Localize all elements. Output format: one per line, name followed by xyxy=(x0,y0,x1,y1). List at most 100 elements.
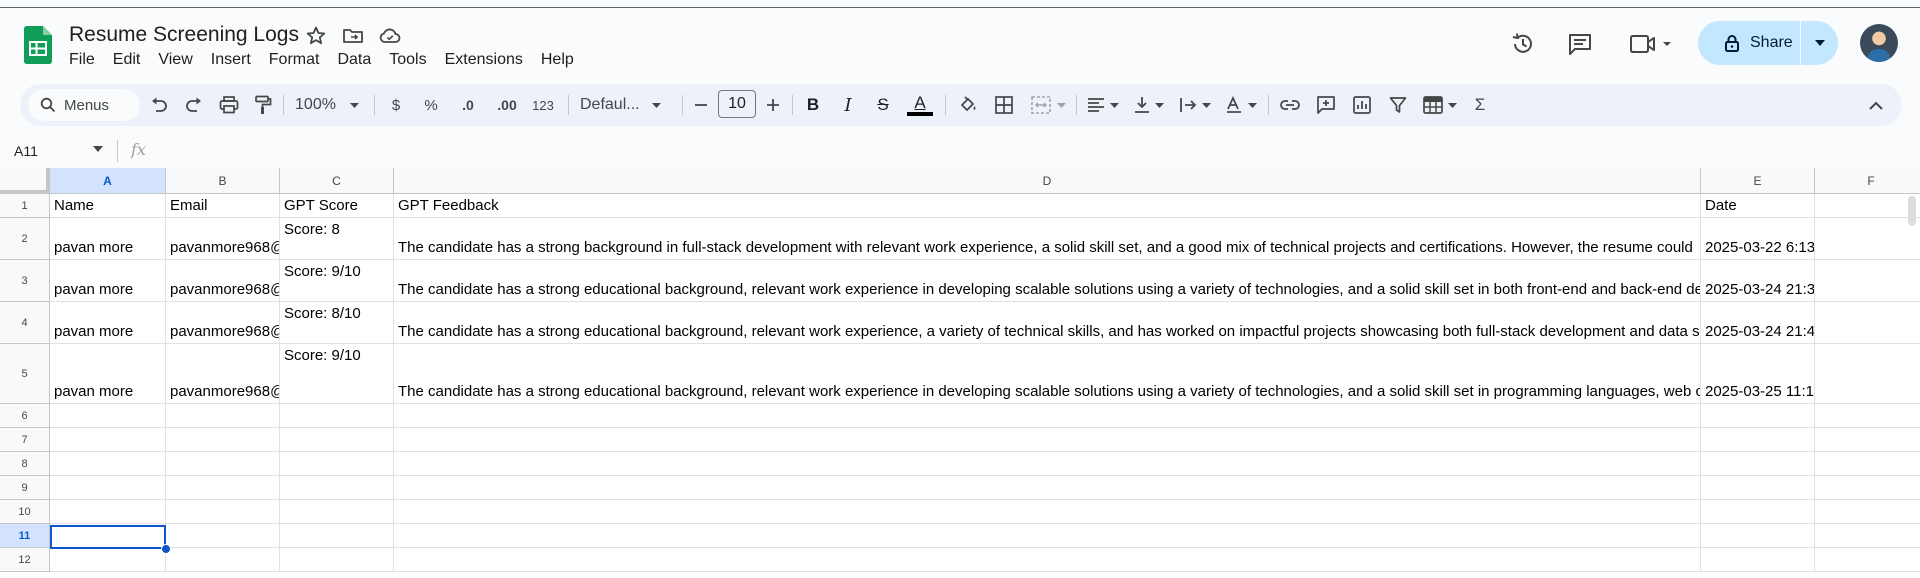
currency-format-button[interactable]: $ xyxy=(386,93,406,117)
column-header-a[interactable]: A xyxy=(50,168,166,194)
cell-d10[interactable] xyxy=(394,500,1701,524)
column-header-e[interactable]: E xyxy=(1701,168,1815,194)
cell-a3[interactable]: pavan more xyxy=(50,260,166,302)
name-box-caret-icon[interactable] xyxy=(93,146,103,152)
menu-file[interactable]: File xyxy=(60,51,104,69)
cell-e10[interactable] xyxy=(1701,500,1815,524)
version-history-icon[interactable] xyxy=(1509,30,1537,58)
cell-b1[interactable]: Email xyxy=(166,194,280,218)
row-header-12[interactable]: 12 xyxy=(0,548,50,572)
cell-b11[interactable] xyxy=(166,524,280,548)
cell-f4[interactable] xyxy=(1815,302,1920,344)
cell-c10[interactable] xyxy=(280,500,394,524)
column-header-b[interactable]: B xyxy=(166,168,280,194)
increase-decimal-button[interactable]: .00 xyxy=(490,93,524,117)
functions-button[interactable]: Σ xyxy=(1470,93,1490,117)
cell-f3[interactable] xyxy=(1815,260,1920,302)
font-family-select[interactable]: Defaul... xyxy=(580,93,672,117)
cell-d5[interactable]: The candidate has a strong educational b… xyxy=(394,344,1701,404)
row-header-2[interactable]: 2 xyxy=(0,218,50,260)
fill-handle[interactable] xyxy=(161,544,171,554)
cell-e11[interactable] xyxy=(1701,524,1815,548)
menu-view[interactable]: View xyxy=(149,51,201,69)
strikethrough-button[interactable]: S xyxy=(872,93,894,117)
cell-b2[interactable]: pavanmore968@ xyxy=(166,218,280,260)
cell-f6[interactable] xyxy=(1815,404,1920,428)
insert-comment-button[interactable] xyxy=(1314,93,1338,117)
avatar[interactable] xyxy=(1860,24,1898,62)
cell-e12[interactable] xyxy=(1701,548,1815,572)
italic-button[interactable]: I xyxy=(837,93,859,117)
paint-format-button[interactable] xyxy=(252,93,274,117)
cell-f7[interactable] xyxy=(1815,428,1920,452)
cell-c12[interactable] xyxy=(280,548,394,572)
row-header-11[interactable]: 11 xyxy=(0,524,50,548)
cell-f8[interactable] xyxy=(1815,452,1920,476)
cell-e4[interactable]: 2025-03-24 21:4 xyxy=(1701,302,1815,344)
undo-button[interactable] xyxy=(148,93,170,117)
cell-d7[interactable] xyxy=(394,428,1701,452)
menu-tools[interactable]: Tools xyxy=(380,51,435,69)
cell-a12[interactable] xyxy=(50,548,166,572)
menu-extensions[interactable]: Extensions xyxy=(436,51,532,69)
menu-help[interactable]: Help xyxy=(532,51,583,69)
cell-e9[interactable] xyxy=(1701,476,1815,500)
cell-e6[interactable] xyxy=(1701,404,1815,428)
redo-button[interactable] xyxy=(183,93,205,117)
row-header-8[interactable]: 8 xyxy=(0,452,50,476)
row-header-6[interactable]: 6 xyxy=(0,404,50,428)
cell-a4[interactable]: pavan more xyxy=(50,302,166,344)
cell-d1[interactable]: GPT Feedback xyxy=(394,194,1701,218)
cell-b8[interactable] xyxy=(166,452,280,476)
vertical-scrollbar[interactable] xyxy=(1908,196,1916,226)
cell-b9[interactable] xyxy=(166,476,280,500)
menu-insert[interactable]: Insert xyxy=(202,51,260,69)
cell-d9[interactable] xyxy=(394,476,1701,500)
share-dropdown-button[interactable] xyxy=(1801,40,1838,46)
share-button[interactable]: Share xyxy=(1698,21,1800,65)
vertical-align-button[interactable] xyxy=(1132,93,1166,117)
insert-link-button[interactable] xyxy=(1278,93,1302,117)
cell-a6[interactable] xyxy=(50,404,166,428)
cell-f5[interactable] xyxy=(1815,344,1920,404)
column-header-f[interactable]: F xyxy=(1815,168,1920,194)
cell-f10[interactable] xyxy=(1815,500,1920,524)
cell-d8[interactable] xyxy=(394,452,1701,476)
row-header-9[interactable]: 9 xyxy=(0,476,50,500)
hide-menus-button[interactable] xyxy=(1864,93,1888,117)
document-title[interactable]: Resume Screening Logs xyxy=(69,23,299,47)
cell-c9[interactable] xyxy=(280,476,394,500)
row-header-7[interactable]: 7 xyxy=(0,428,50,452)
cell-d11[interactable] xyxy=(394,524,1701,548)
table-button[interactable] xyxy=(1420,93,1460,117)
cell-f1[interactable] xyxy=(1815,194,1920,218)
cell-f9[interactable] xyxy=(1815,476,1920,500)
create-filter-button[interactable] xyxy=(1386,93,1410,117)
cell-a1[interactable]: Name xyxy=(50,194,166,218)
cell-e8[interactable] xyxy=(1701,452,1815,476)
cell-c4[interactable]: Score: 8/10 xyxy=(280,302,394,344)
name-box[interactable]: A11 xyxy=(14,143,38,159)
comments-icon[interactable] xyxy=(1566,30,1594,58)
menu-data[interactable]: Data xyxy=(328,51,380,69)
cell-a2[interactable]: pavan more xyxy=(50,218,166,260)
cell-d6[interactable] xyxy=(394,404,1701,428)
cell-f12[interactable] xyxy=(1815,548,1920,572)
cell-b5[interactable]: pavanmore968@ xyxy=(166,344,280,404)
column-header-d[interactable]: D xyxy=(394,168,1701,194)
cell-e7[interactable] xyxy=(1701,428,1815,452)
text-rotation-button[interactable] xyxy=(1224,93,1258,117)
cell-d4[interactable]: The candidate has a strong educational b… xyxy=(394,302,1701,344)
cell-b10[interactable] xyxy=(166,500,280,524)
cell-d2[interactable]: The candidate has a strong background in… xyxy=(394,218,1701,260)
cell-b7[interactable] xyxy=(166,428,280,452)
column-header-c[interactable]: C xyxy=(280,168,394,194)
cell-c3[interactable]: Score: 9/10 xyxy=(280,260,394,302)
decrease-font-size-button[interactable] xyxy=(692,93,710,117)
cell-a7[interactable] xyxy=(50,428,166,452)
text-color-button[interactable]: A xyxy=(906,93,934,117)
cloud-saved-icon[interactable] xyxy=(378,24,402,48)
increase-font-size-button[interactable] xyxy=(764,93,782,117)
active-cell-a11[interactable] xyxy=(50,525,166,549)
menu-format[interactable]: Format xyxy=(260,51,329,69)
